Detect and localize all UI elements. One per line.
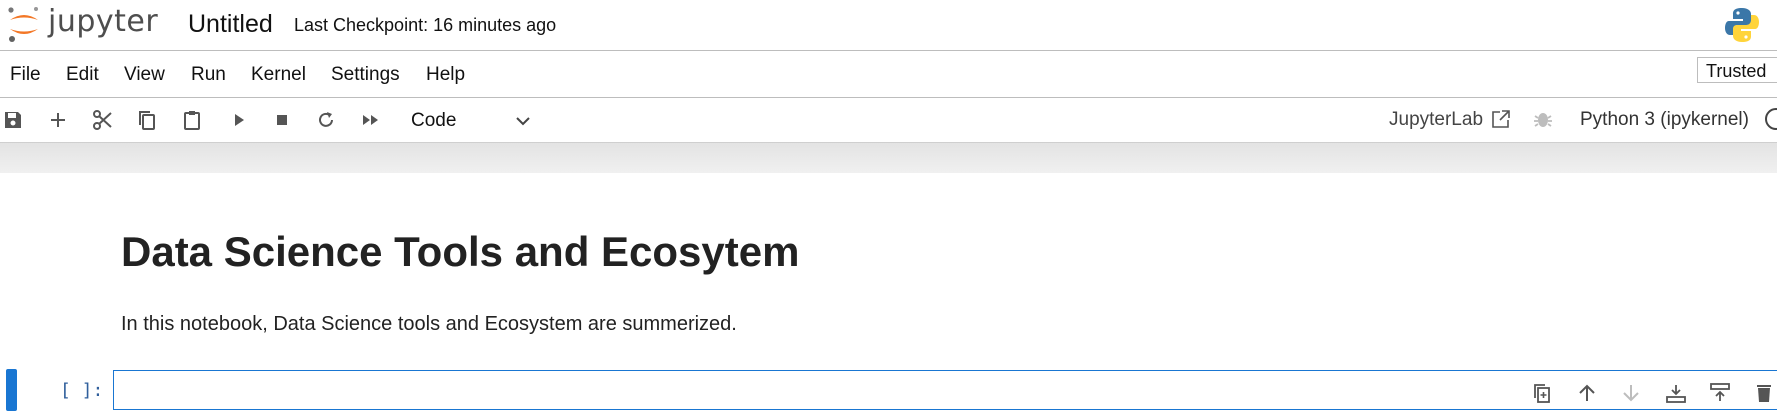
insert-below-icon[interactable] bbox=[1708, 381, 1732, 405]
cut-icon[interactable] bbox=[91, 108, 115, 132]
notebook-top-gutter bbox=[0, 143, 1777, 173]
menu-bar: File Edit View Run Kernel Settings Help … bbox=[0, 51, 1777, 98]
kernel-status-icon bbox=[1765, 108, 1777, 130]
chevron-down-icon bbox=[514, 112, 532, 136]
delete-cell-icon[interactable] bbox=[1752, 381, 1776, 405]
save-icon[interactable] bbox=[1, 108, 25, 132]
add-cell-icon[interactable] bbox=[46, 108, 70, 132]
fast-forward-icon[interactable] bbox=[359, 108, 383, 132]
paste-icon[interactable] bbox=[180, 108, 204, 132]
notebook-toolbar: Code JupyterLab Python 3 (ipykernel) bbox=[0, 98, 1777, 143]
run-cell-icon[interactable] bbox=[227, 108, 251, 132]
menu-edit[interactable]: Edit bbox=[66, 64, 99, 86]
top-bar: jupyter Untitled Last Checkpoint: 16 min… bbox=[0, 0, 1777, 51]
markdown-paragraph: In this notebook, Data Science tools and… bbox=[121, 313, 737, 335]
menu-help[interactable]: Help bbox=[426, 64, 465, 86]
jupyter-logo[interactable]: jupyter bbox=[6, 4, 158, 44]
jupyter-logo-text: jupyter bbox=[48, 3, 159, 39]
jupyter-logo-icon bbox=[8, 7, 38, 42]
menu-settings[interactable]: Settings bbox=[331, 64, 400, 86]
cell-type-select[interactable]: Code bbox=[408, 108, 532, 134]
markdown-heading: Data Science Tools and Ecosytem bbox=[121, 228, 800, 275]
debugger-icon[interactable] bbox=[1532, 108, 1554, 135]
last-checkpoint: Last Checkpoint: 16 minutes ago bbox=[294, 15, 557, 35]
menu-run[interactable]: Run bbox=[191, 64, 226, 86]
input-prompt: [ ]: bbox=[60, 380, 104, 401]
menu-file[interactable]: File bbox=[10, 64, 41, 86]
menu-view[interactable]: View bbox=[124, 64, 165, 86]
restart-kernel-icon[interactable] bbox=[314, 108, 338, 132]
menu-kernel[interactable]: Kernel bbox=[251, 64, 306, 86]
jupyterlab-link[interactable]: JupyterLab bbox=[1389, 109, 1483, 131]
active-cell-indicator[interactable] bbox=[6, 369, 17, 411]
external-link-icon[interactable] bbox=[1490, 108, 1512, 135]
insert-above-icon[interactable] bbox=[1664, 381, 1688, 405]
move-up-icon[interactable] bbox=[1575, 381, 1599, 405]
duplicate-cell-icon[interactable] bbox=[1530, 381, 1554, 405]
trusted-indicator[interactable]: Trusted bbox=[1697, 57, 1777, 83]
move-down-icon[interactable] bbox=[1619, 381, 1643, 405]
notebook-title[interactable]: Untitled bbox=[188, 10, 273, 39]
kernel-name[interactable]: Python 3 (ipykernel) bbox=[1580, 109, 1749, 131]
python-logo-icon bbox=[1724, 6, 1760, 49]
cell-type-value: Code bbox=[411, 110, 457, 131]
code-cell-editor[interactable] bbox=[113, 370, 1777, 410]
copy-icon[interactable] bbox=[135, 108, 159, 132]
stop-icon[interactable] bbox=[270, 108, 294, 132]
